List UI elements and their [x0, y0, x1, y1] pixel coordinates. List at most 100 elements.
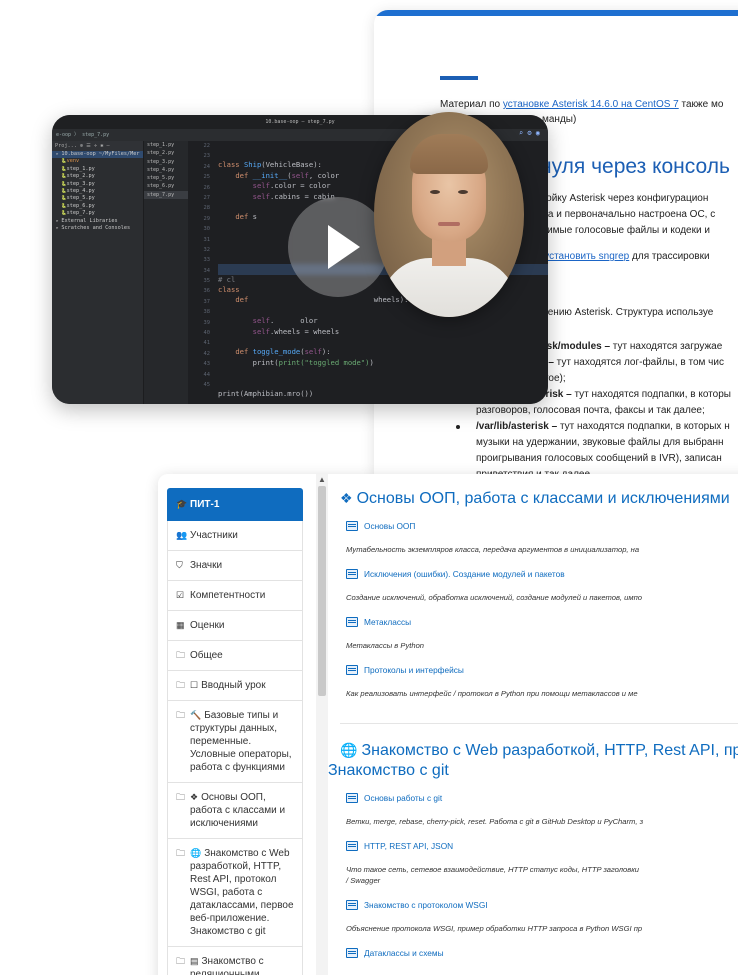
project-tree-item[interactable]: ▸ Scratches and Consoles	[52, 225, 143, 232]
section-emoji-icon: ☐	[190, 680, 199, 690]
users-icon: 👥	[176, 530, 188, 540]
project-tree-item[interactable]: 🐍step_6.py	[52, 203, 143, 210]
line-number: 34	[203, 267, 211, 274]
sidebar-item-text: Значки	[190, 559, 222, 572]
section-title[interactable]: ❖ Основы ООП, работа с классами и исключе…	[340, 488, 738, 509]
editor-tab[interactable]: step_1.py	[144, 141, 188, 149]
sngrep-link[interactable]: установить sngrep	[544, 251, 629, 262]
activity-description: Создание исключений, обработка исключени…	[346, 593, 642, 602]
line-number: 44	[203, 371, 211, 378]
folder-icon: 🗀	[176, 710, 186, 720]
line-number: 27	[203, 194, 211, 201]
project-tree-item[interactable]: 🐍step_4.py	[52, 188, 143, 195]
article-para-2: лена и первоначально настроена ОС, с	[531, 209, 716, 220]
page-icon	[346, 665, 358, 675]
grid-icon: ▦	[176, 620, 185, 630]
presenter-webcam	[374, 112, 524, 317]
sidebar-scrollbar[interactable]: ▲	[316, 474, 328, 975]
section-title-line2[interactable]: Знакомство с git	[328, 761, 738, 781]
activity-link[interactable]: Протоколы и интерфейсы	[346, 663, 738, 677]
activity-name: Исключения (ошибки). Создание модулей и …	[364, 569, 565, 579]
project-tree-item[interactable]: 🐍step_2.py	[52, 173, 143, 180]
editor-tab[interactable]: step_7.py	[144, 190, 188, 200]
list-item-varlib-line3: проигрывания голосовых сообщений в IVR),…	[476, 453, 722, 464]
line-number: 45	[203, 381, 211, 388]
list-item-spool: erisk – тут находятся подпапки, в которы	[540, 388, 731, 402]
sidebar-item[interactable]: 🗀 ☐ Вводный урок	[167, 671, 303, 701]
project-tree-label: step_3.py	[66, 180, 95, 187]
checkbox-icon: ☑	[176, 590, 185, 600]
sidebar-item-label: Знакомство с Web разработкой, HTTP, Rest…	[190, 848, 294, 937]
activity-link[interactable]: Знакомство с протоколом WSGI	[346, 898, 738, 912]
scroll-up-icon[interactable]: ▲	[318, 475, 326, 484]
project-tree-label: step_2.py	[66, 173, 95, 180]
sidebar-item[interactable]: 👥 Участники	[167, 521, 303, 551]
sidebar-item[interactable]: 🎓 ПИТ-1	[167, 488, 303, 521]
play-button[interactable]	[288, 197, 388, 297]
asterisk-install-link[interactable]: установке Asterisk 14.6.0 на CentOS 7	[503, 99, 679, 110]
list-item-logs: k – тут находятся лог-файлы, в том чис	[540, 356, 724, 370]
editor-tab[interactable]: step_6.py	[144, 182, 188, 190]
activity-link[interactable]: Датаклассы и схемы	[346, 946, 738, 960]
sidebar-item[interactable]: ▦ Оценки	[167, 611, 303, 641]
article-para-4: ся установить sngrep для трассировки	[531, 250, 710, 264]
activity-name: Основы работы с git	[364, 793, 443, 803]
page-icon	[346, 521, 358, 531]
graduation-cap-icon: 🎓	[176, 499, 188, 509]
sidebar-item-label: Общее	[190, 650, 223, 661]
line-number: 40	[203, 330, 211, 337]
project-tree-label: Scratches and Consoles	[61, 224, 131, 231]
section-title-text: Знакомство с Web разработкой, HTTP, Rest…	[361, 742, 738, 759]
project-tree-item[interactable]: 🐍step_1.py	[52, 166, 143, 173]
sidebar-item[interactable]: 🗀 ▤ Знакомство с реляционными	[167, 947, 303, 975]
folder-icon: 🗀	[176, 680, 186, 690]
editor-tab[interactable]: step_3.py	[144, 158, 188, 166]
activity-link[interactable]: Метаклассы	[346, 615, 738, 629]
line-number: 28	[203, 205, 211, 212]
activity-description: Как реализовать интерфейс / протокол в P…	[346, 689, 638, 698]
project-tree-item[interactable]: 🐍step_5.py	[52, 195, 143, 202]
activity-link[interactable]: Исключения (ошибки). Создание модулей и …	[346, 567, 738, 581]
project-tree-item[interactable]: 🐍step_3.py	[52, 181, 143, 188]
section-title[interactable]: 🌐 Знакомство с Web разработкой, HTTP, Res…	[328, 740, 738, 761]
activity-description: Ветки, merge, rebase, cherry-pick, reset…	[346, 817, 644, 826]
sidebar-item-text: Компетентности	[190, 589, 265, 602]
sidebar-item[interactable]: 🗀 🌐 Знакомство с Web разработкой, HTTP, Re…	[167, 839, 303, 947]
section-emoji-icon: ▤	[190, 956, 199, 966]
section-emoji-icon: ❖	[190, 792, 199, 802]
sidebar-item[interactable]: 🗀 Общее	[167, 641, 303, 671]
project-tree-item[interactable]: 🐍step_7.py	[52, 210, 143, 217]
sidebar-item[interactable]: 🗀 🔨 Базовые типы и структуры данных, перем…	[167, 701, 303, 783]
page-icon	[346, 948, 358, 958]
project-tree-item[interactable]: 🐍venv	[52, 158, 143, 165]
sidebar-item[interactable]: ☑ Компетентности	[167, 581, 303, 611]
editor-tab[interactable]: step_2.py	[144, 149, 188, 157]
sidebar-item[interactable]: 🗀 ❖ Основы ООП, работа с классами и исключ…	[167, 783, 303, 839]
project-tree-label: step_1.py	[66, 165, 95, 172]
globe-icon: 🌐	[340, 742, 358, 758]
course-page: 🎓 ПИТ-1 👥 Участники ⛉ Значки ☑ Компетентности ▦ О…	[158, 474, 738, 975]
folder-icon: 🗀	[176, 848, 186, 858]
project-tree-label: 10.base-oop ~/MyFiles/Mer	[61, 151, 140, 157]
activity-link[interactable]: Основы работы с git	[346, 791, 738, 805]
course-content: ❖ Основы ООП, работа с классами и исключе…	[328, 474, 738, 975]
project-tree-label: step_6.py	[66, 202, 95, 209]
editor-tab[interactable]: step_4.py	[144, 166, 188, 174]
article-para-1: стройку Asterisk через конфигурацион	[531, 193, 709, 204]
presenter-shirt	[380, 258, 518, 317]
activity-link[interactable]: HTTP, REST API, JSON	[346, 839, 738, 853]
sidebar-item[interactable]: ⛉ Значки	[167, 551, 303, 581]
line-number: 42	[203, 350, 211, 357]
editor-tab[interactable]: step_5.py	[144, 174, 188, 182]
article-heading: нуля через консоль	[540, 155, 730, 178]
scrollbar-thumb[interactable]	[318, 486, 326, 696]
activity-link[interactable]: Основы ООП	[346, 519, 738, 533]
editor-file-tabs: step_1.py step_2.py step_3.py step_4.py step…	[144, 141, 188, 404]
line-number: 36	[203, 288, 211, 295]
material-text-end: также мо	[678, 99, 724, 110]
project-tree-item[interactable]: ▸ External Libraries	[52, 218, 143, 225]
activity-description: Что такое сеть, сетевое взаимодействие, …	[346, 865, 640, 874]
project-tree-item[interactable]: ▸ 10.base-oop ~/MyFiles/Mer	[52, 151, 143, 159]
